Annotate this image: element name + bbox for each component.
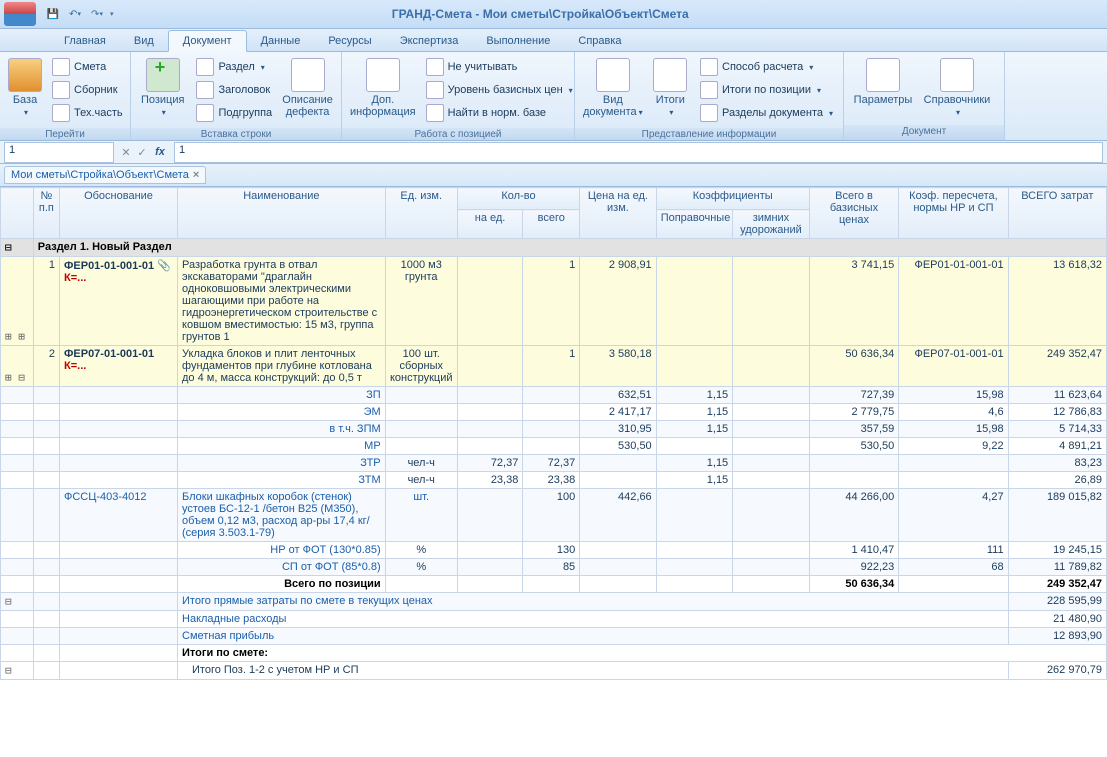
collection-button[interactable]: Сборник [48, 79, 127, 101]
table-row[interactable]: в т.ч. ЗПМ310,951,15357,5915,985 714,33 [1, 421, 1107, 438]
h-np[interactable]: № п.п [33, 188, 59, 239]
table-row[interactable]: ЭМ2 417,171,152 779,754,612 786,83 [1, 404, 1107, 421]
table-row[interactable]: ФССЦ-403-4012Блоки шкафных коробок (стен… [1, 489, 1107, 542]
formula-input[interactable]: 1 [174, 142, 1103, 163]
cell-ref-input[interactable]: 1 [4, 142, 114, 163]
section-button[interactable]: Раздел▾ [192, 56, 276, 78]
total-row[interactable]: Всего по позиции50 636,34249 352,47 [1, 576, 1107, 593]
data-grid[interactable]: № п.п Обоснование Наименование Ед. изм. … [0, 187, 1107, 680]
base-button[interactable]: База▾ [6, 56, 44, 121]
subgroup-button[interactable]: Подгруппа [192, 102, 276, 124]
params-button[interactable]: Параметры [850, 56, 916, 108]
h-vsb[interactable]: Всего в базисных ценах [809, 188, 899, 239]
h-cena[interactable]: Цена на ед. изм. [580, 188, 657, 239]
table-row[interactable]: ЗТРчел-ч72,3772,371,1583,23 [1, 455, 1107, 472]
group-presentation: Представление информации [575, 128, 843, 140]
tab-resources[interactable]: Ресурсы [314, 31, 385, 51]
tab-help[interactable]: Справка [564, 31, 635, 51]
baselevel-button[interactable]: Уровень базисных цен▾ [422, 79, 577, 101]
table-row[interactable]: ⊞ ⊞ 1 ФЕР01-01-001-01 📎К=... Разработка … [1, 257, 1107, 346]
titlebar: 💾 ↶▾ ↷▾ ▾ ГРАНД-Смета - Мои сметы\Стройк… [0, 0, 1107, 29]
refs-button[interactable]: Справочники▾ [920, 56, 994, 121]
tab-expertise[interactable]: Экспертиза [386, 31, 473, 51]
ribbon-tabs: Главная Вид Документ Данные Ресурсы Эксп… [0, 29, 1107, 52]
cancel-icon[interactable]: ✕ [118, 146, 134, 159]
fx-icon[interactable]: fx [150, 146, 170, 158]
group-insert: Вставка строки [131, 128, 341, 140]
header-button[interactable]: Заголовок [192, 79, 276, 101]
table-row[interactable]: Накладные расходы21 480,90 [1, 611, 1107, 628]
close-tab-icon[interactable]: × [193, 169, 199, 181]
table-row[interactable]: ЗП632,511,15727,3915,9811 623,64 [1, 387, 1107, 404]
ribbon: База▾ Смета Сборник Тех.часть Перейти +П… [0, 52, 1107, 141]
table-row[interactable]: НР от ФОТ (130*0.85)%1301 410,4711119 24… [1, 542, 1107, 559]
accept-icon[interactable]: ✓ [134, 146, 150, 159]
h-kolvo[interactable]: Кол-во [457, 188, 579, 210]
tab-main[interactable]: Главная [50, 31, 120, 51]
tab-view[interactable]: Вид [120, 31, 168, 51]
calcmethod-button[interactable]: Способ расчета▾ [696, 56, 837, 78]
formula-bar: 1 ✕ ✓ fx 1 [0, 141, 1107, 164]
group-goto: Перейти [0, 128, 130, 140]
table-row[interactable]: Сметная прибыль12 893,90 [1, 628, 1107, 645]
table-row[interactable]: ⊟Итого Поз. 1-2 с учетом НР и СП262 970,… [1, 662, 1107, 680]
table-row[interactable]: ⊞ ⊟ 2 ФЕР07-01-001-01К=... Укладка блоко… [1, 346, 1107, 387]
table-row[interactable]: Итоги по смете: [1, 645, 1107, 662]
window-title: ГРАНД-Смета - Мои сметы\Стройка\Объект\С… [114, 7, 967, 21]
section-row[interactable]: ⊟Раздел 1. Новый Раздел [1, 239, 1107, 257]
postotals-button[interactable]: Итоги по позиции▾ [696, 79, 837, 101]
estimate-button[interactable]: Смета [48, 56, 127, 78]
app-logo-icon[interactable] [4, 2, 36, 26]
h-name[interactable]: Наименование [178, 188, 386, 239]
document-tab[interactable]: Мои сметы\Стройка\Объект\Смета × [4, 166, 206, 184]
docview-button[interactable]: Вид документа▾ [581, 56, 645, 121]
undo-icon[interactable]: ↶▾ [66, 5, 84, 23]
path-bar: Мои сметы\Стройка\Объект\Смета × [0, 164, 1107, 187]
docsections-button[interactable]: Разделы документа▾ [696, 102, 837, 124]
exclude-button[interactable]: Не учитывать [422, 56, 577, 78]
defect-desc-button: Описание дефекта [280, 56, 335, 120]
save-icon[interactable]: 💾 [44, 5, 62, 23]
techpart-button[interactable]: Тех.часть [48, 102, 127, 124]
h-vsz[interactable]: ВСЕГО затрат [1008, 188, 1106, 239]
totals-button[interactable]: Итоги▾ [649, 56, 692, 121]
tab-document[interactable]: Документ [168, 30, 247, 52]
h-kp[interactable]: Коэф. пересчета, нормы НР и СП [899, 188, 1008, 239]
table-row[interactable]: МР530,50530,509,224 891,21 [1, 438, 1107, 455]
group-document: Документ [844, 125, 1004, 140]
position-button[interactable]: +Позиция▾ [137, 56, 188, 121]
group-position: Работа с позицией [342, 128, 574, 140]
h-obo[interactable]: Обоснование [60, 188, 178, 239]
h-koef[interactable]: Коэффициенты [656, 188, 809, 210]
table-row[interactable]: СП от ФОТ (85*0.8)%85922,236811 789,82 [1, 559, 1107, 576]
addinfo-button[interactable]: Доп. информация [348, 56, 418, 120]
table-row[interactable]: ЗТМчел-ч23,3823,381,1526,89 [1, 472, 1107, 489]
tab-data[interactable]: Данные [247, 31, 315, 51]
table-row[interactable]: ⊟Итого прямые затраты по смете в текущих… [1, 593, 1107, 611]
findnorm-button[interactable]: Найти в норм. базе [422, 102, 577, 124]
tab-execution[interactable]: Выполнение [472, 31, 564, 51]
redo-icon[interactable]: ↷▾ [88, 5, 106, 23]
h-ed[interactable]: Ед. изм. [385, 188, 457, 239]
